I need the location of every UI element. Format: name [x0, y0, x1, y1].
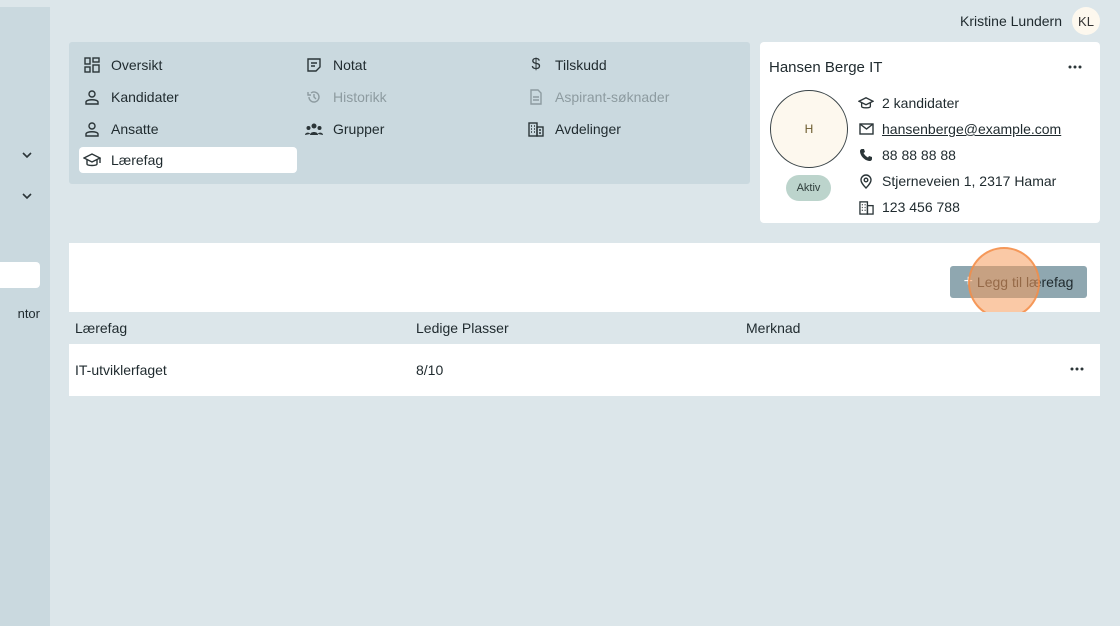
- nav-label: Historikk: [333, 89, 387, 105]
- company-name: Hansen Berge IT: [769, 59, 883, 76]
- sidebar-active-item[interactable]: [0, 262, 40, 288]
- sidebar-item-label[interactable]: ntor: [0, 306, 40, 321]
- laerefag-cell: IT-utviklerfaget: [75, 362, 167, 378]
- address: Stjerneveien 1, 2317 Hamar: [882, 173, 1057, 189]
- person-icon: [83, 120, 101, 138]
- plus-icon: +: [963, 273, 973, 290]
- table-row[interactable]: IT-utviklerfaget 8/10: [69, 344, 1100, 396]
- company-card: Hansen Berge IT H Aktiv 2 kandidater han…: [760, 42, 1100, 223]
- nav-label: Notat: [333, 57, 367, 73]
- document-icon: [527, 88, 545, 106]
- email-link[interactable]: hansenberge@example.com: [882, 121, 1061, 137]
- address-row: Stjerneveien 1, 2317 Hamar: [858, 168, 1061, 194]
- nav-label: Lærefag: [111, 152, 164, 168]
- nav-item-kandidater[interactable]: Kandidater: [79, 84, 179, 110]
- history-icon: [305, 88, 323, 106]
- nav-label: Tilskudd: [555, 57, 607, 73]
- person-icon: [83, 88, 101, 106]
- email-row: hansenberge@example.com: [858, 116, 1061, 142]
- company-info: 2 kandidater hansenberge@example.com 88 …: [858, 90, 1061, 220]
- nav-item-aspirant-soknader: Aspirant-søknader: [523, 84, 669, 110]
- add-laerefag-button[interactable]: + Legg til lærefag: [950, 266, 1087, 298]
- more-options-icon[interactable]: [1068, 60, 1082, 74]
- location-pin-icon: [858, 173, 874, 189]
- nav-item-grupper[interactable]: Grupper: [301, 116, 384, 142]
- laerefag-section: + Legg til lærefag Lærefag Ledige Plasse…: [69, 243, 1100, 396]
- add-laerefag-label: Legg til lærefag: [976, 274, 1074, 290]
- phone-number: 88 88 88 88: [882, 147, 956, 163]
- note-icon: [305, 56, 323, 74]
- user-menu[interactable]: Kristine Lundern KL: [960, 7, 1100, 35]
- nav-item-historikk: Historikk: [301, 84, 387, 110]
- nav-item-laerefag[interactable]: Lærefag: [79, 147, 297, 173]
- org-number-row: 123 456 788: [858, 194, 1061, 220]
- status-badge: Aktiv: [786, 175, 831, 201]
- dashboard-icon: [83, 56, 101, 74]
- nav-item-ansatte[interactable]: Ansatte: [79, 116, 158, 142]
- table-header: Lærefag Ledige Plasser Merknad: [69, 312, 1100, 344]
- group-icon: [305, 120, 323, 138]
- column-header[interactable]: Merknad: [746, 320, 800, 336]
- nav-label: Aspirant-søknader: [555, 89, 670, 105]
- phone-row: 88 88 88 88: [858, 142, 1061, 168]
- sidebar: ntor: [0, 7, 50, 626]
- chevron-down-icon[interactable]: [20, 189, 34, 203]
- school-icon: [83, 151, 101, 169]
- school-icon: [858, 95, 874, 111]
- row-more-options-icon[interactable]: [1070, 362, 1084, 376]
- nav-label: Oversikt: [111, 57, 163, 73]
- column-header[interactable]: Lærefag: [75, 320, 127, 336]
- toolbar: + Legg til lærefag: [69, 243, 1100, 319]
- org-number: 123 456 788: [882, 199, 960, 215]
- ledige-plasser-cell: 8/10: [416, 362, 444, 378]
- nav-label: Avdelinger: [555, 121, 621, 137]
- building-icon: [527, 120, 545, 138]
- candidates-count: 2 kandidater: [882, 95, 960, 111]
- candidates-row: 2 kandidater: [858, 90, 1061, 116]
- avatar[interactable]: KL: [1072, 7, 1100, 35]
- nav-item-notat[interactable]: Notat: [301, 52, 366, 78]
- column-header[interactable]: Ledige Plasser: [416, 320, 509, 336]
- user-name: Kristine Lundern: [960, 13, 1062, 29]
- nav-label: Kandidater: [111, 89, 179, 105]
- company-logo: H: [770, 90, 848, 168]
- nav-label: Ansatte: [111, 121, 159, 137]
- dollar-icon: $: [531, 56, 541, 73]
- nav-label: Grupper: [333, 121, 385, 137]
- nav-item-avdelinger[interactable]: Avdelinger: [523, 116, 621, 142]
- nav-item-tilskudd[interactable]: $ Tilskudd: [523, 52, 607, 78]
- nav-panel: Oversikt Notat $ Tilskudd Kandidater His…: [69, 42, 750, 184]
- mail-icon: [858, 121, 874, 137]
- phone-icon: [858, 147, 874, 163]
- building-icon: [858, 199, 874, 215]
- nav-item-oversikt[interactable]: Oversikt: [79, 52, 162, 78]
- chevron-down-icon[interactable]: [20, 148, 34, 162]
